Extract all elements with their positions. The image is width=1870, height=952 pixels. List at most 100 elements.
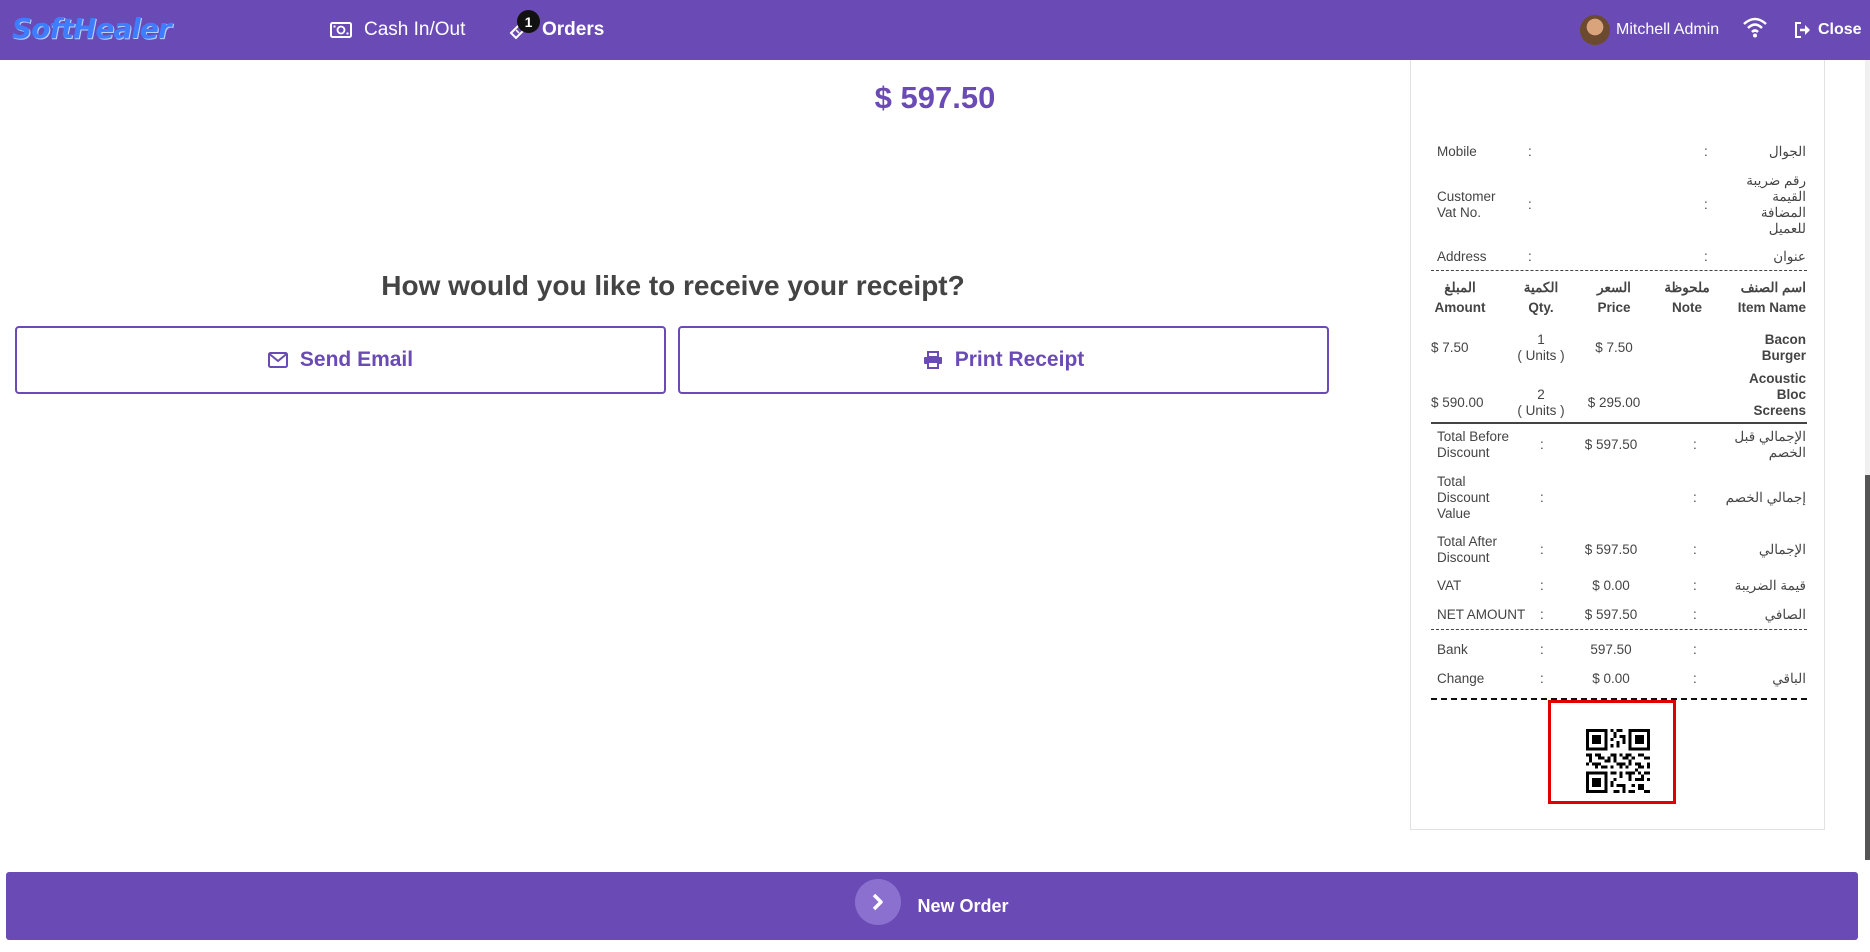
total-discount-label-ar: إجمالي الخصم bbox=[1725, 490, 1806, 505]
item-name: Bacon Burger bbox=[1761, 332, 1806, 363]
col-header-qty: الكمية Qty. bbox=[1511, 278, 1571, 318]
colon: : bbox=[1704, 249, 1708, 264]
item-unit: ( Units ) bbox=[1517, 403, 1565, 418]
print-receipt-label: Print Receipt bbox=[954, 348, 1085, 371]
col-header-amount: المبلغ Amount bbox=[1431, 278, 1489, 318]
mobile-label: Mobile bbox=[1437, 144, 1477, 159]
print-receipt-button[interactable]: Print Receipt bbox=[678, 326, 1329, 394]
company-logo: SoftHealer bbox=[12, 12, 172, 45]
bank-label: Bank bbox=[1437, 642, 1468, 657]
top-navbar: SoftHealer Cash In/Out Orders 1 Mitchell… bbox=[0, 0, 1870, 60]
wifi-icon[interactable] bbox=[1742, 16, 1768, 43]
mobile-label-ar: الجوال bbox=[1768, 144, 1806, 159]
divider bbox=[1431, 270, 1807, 271]
item-price: $ 7.50 bbox=[1595, 340, 1633, 355]
cash-in-out-label: Cash In/Out bbox=[364, 19, 466, 40]
item-amount: $ 590.00 bbox=[1431, 395, 1484, 410]
new-order-button[interactable]: New Order bbox=[6, 872, 1858, 940]
qr-highlight-box bbox=[1548, 700, 1676, 804]
colon: : bbox=[1540, 607, 1544, 622]
item-qty: 2 bbox=[1537, 387, 1545, 402]
chevron-right-icon bbox=[855, 879, 902, 925]
item-price: $ 295.00 bbox=[1587, 395, 1641, 410]
cash-icon bbox=[330, 22, 352, 38]
col-header-amount-en: Amount bbox=[1434, 300, 1486, 315]
net-amount-label-ar: الصافي bbox=[1764, 607, 1806, 622]
vat-label: VAT bbox=[1437, 578, 1462, 593]
colon: : bbox=[1528, 249, 1532, 264]
col-header-item-name-ar: اسم الصنف bbox=[1740, 280, 1806, 295]
receipt-preview: Mobile : : الجوال Customer Vat No. : : ر… bbox=[1410, 60, 1825, 830]
scrollbar-thumb[interactable] bbox=[1865, 475, 1870, 860]
sign-out-icon bbox=[1795, 22, 1810, 38]
item-name: Acoustic Bloc Screens bbox=[1748, 371, 1806, 418]
item-unit: ( Units ) bbox=[1517, 348, 1565, 363]
col-header-price-en: Price bbox=[1597, 300, 1631, 315]
total-before-discount-label: Total Before Discount bbox=[1437, 429, 1510, 460]
send-email-label: Send Email bbox=[299, 348, 414, 371]
customer-vat-label-ar: رقم ضريبة القيمة المضافة للعميل bbox=[1746, 173, 1806, 236]
col-header-item-name-en: Item Name bbox=[1737, 300, 1806, 315]
total-discount-row: Total Discount Value : : إجمالي الخصم bbox=[1411, 474, 1824, 522]
user-menu[interactable]: Mitchell Admin bbox=[1580, 14, 1719, 46]
vat-value: $ 0.00 bbox=[1592, 578, 1630, 593]
colon: : bbox=[1540, 490, 1544, 505]
item-qty: 1 bbox=[1537, 332, 1545, 347]
cash-in-out-button[interactable]: Cash In/Out bbox=[330, 0, 465, 60]
col-header-price-ar: السعر bbox=[1597, 280, 1631, 295]
col-header-note-ar: ملحوظة bbox=[1664, 280, 1710, 295]
col-header-item-name: اسم الصنف Item Name bbox=[1726, 278, 1806, 318]
change-label-ar: الباقي bbox=[1772, 671, 1806, 686]
colon: : bbox=[1693, 490, 1697, 505]
col-header-qty-en: Qty. bbox=[1528, 300, 1554, 315]
colon: : bbox=[1693, 578, 1697, 593]
colon: : bbox=[1693, 607, 1697, 622]
colon: : bbox=[1528, 197, 1532, 212]
customer-vat-label: Customer Vat No. bbox=[1437, 189, 1496, 220]
net-amount-label: NET AMOUNT bbox=[1437, 607, 1526, 622]
receipt-question: How would you like to receive your recei… bbox=[381, 270, 965, 301]
address-label: Address bbox=[1437, 249, 1487, 264]
colon: : bbox=[1693, 542, 1697, 557]
close-session-button[interactable]: Close bbox=[1794, 14, 1862, 46]
colon: : bbox=[1704, 197, 1708, 212]
colon: : bbox=[1528, 144, 1532, 159]
send-email-button[interactable]: Send Email bbox=[15, 326, 666, 394]
colon: : bbox=[1540, 578, 1544, 593]
colon: : bbox=[1540, 542, 1544, 557]
net-amount-value: $ 597.50 bbox=[1584, 607, 1638, 622]
avatar bbox=[1580, 15, 1610, 45]
table-row: $ 7.50 1 ( Units ) $ 7.50 Bacon Burger bbox=[1411, 328, 1824, 368]
colon: : bbox=[1540, 437, 1544, 452]
colon: : bbox=[1693, 642, 1697, 657]
total-after-discount-label: Total After Discount bbox=[1437, 534, 1498, 565]
total-after-discount-row: Total After Discount : $ 597.50 : الإجما… bbox=[1411, 534, 1824, 568]
total-before-discount-row: Total Before Discount : $ 597.50 : الإجم… bbox=[1411, 429, 1824, 463]
col-header-price: السعر Price bbox=[1584, 278, 1644, 318]
bank-value: 597.50 bbox=[1590, 642, 1632, 657]
col-header-note-en: Note bbox=[1672, 300, 1702, 315]
close-label: Close bbox=[1818, 21, 1862, 38]
user-name: Mitchell Admin bbox=[1616, 21, 1720, 38]
order-total-value: $ 597.50 bbox=[874, 80, 996, 115]
change-value: $ 0.00 bbox=[1592, 671, 1630, 686]
colon: : bbox=[1540, 671, 1544, 686]
col-header-qty-ar: الكمية bbox=[1523, 280, 1559, 295]
change-label: Change bbox=[1437, 671, 1485, 686]
item-amount: $ 7.50 bbox=[1431, 340, 1469, 355]
col-header-note: ملحوظة Note bbox=[1657, 278, 1717, 318]
printer-icon bbox=[923, 351, 942, 369]
total-before-discount-label-ar: الإجمالي قبل الخصم bbox=[1734, 429, 1806, 460]
envelope-icon bbox=[267, 352, 288, 368]
new-order-label: New Order bbox=[917, 895, 1009, 916]
address-label-ar: عنوان bbox=[1773, 249, 1806, 264]
total-after-discount-value: $ 597.50 bbox=[1584, 542, 1638, 557]
divider bbox=[1431, 422, 1807, 424]
col-header-amount-ar: المبلغ bbox=[1444, 280, 1476, 295]
colon: : bbox=[1693, 437, 1697, 452]
total-discount-label: Total Discount Value bbox=[1437, 474, 1490, 521]
orders-count-badge: 1 bbox=[517, 10, 540, 33]
divider bbox=[1431, 629, 1807, 630]
vat-label-ar: قيمة الضريبة bbox=[1734, 578, 1806, 593]
colon: : bbox=[1540, 642, 1544, 657]
